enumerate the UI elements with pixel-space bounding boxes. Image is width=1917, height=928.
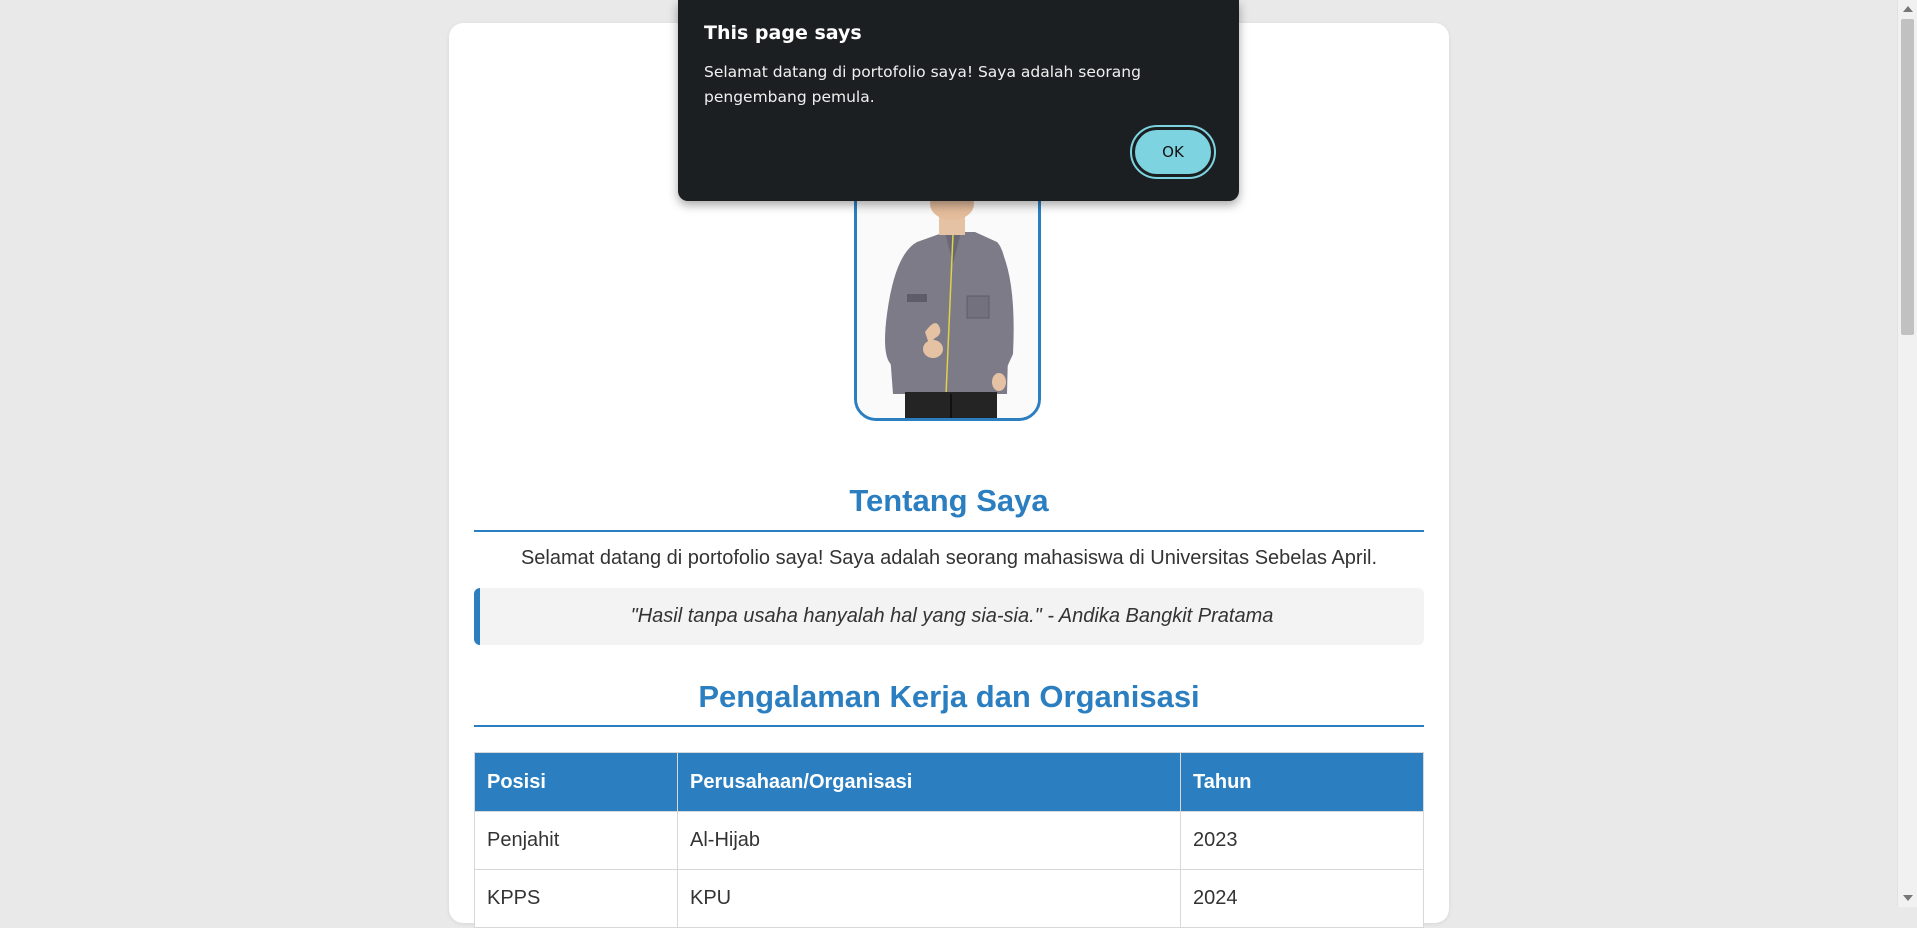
experience-title-rule <box>474 725 1424 727</box>
ok-button[interactable]: OK <box>1130 125 1216 179</box>
scroll-down-arrow-icon[interactable] <box>1903 895 1913 901</box>
about-title: Tentang Saya <box>849 483 1049 518</box>
header-posisi: Posisi <box>474 752 678 812</box>
table-cell-perusahaan: KPU <box>677 869 1181 928</box>
experience-table: Posisi Perusahaan/Organisasi Tahun Penja… <box>474 752 1424 928</box>
quote-block: "Hasil tanpa usaha hanyalah hal yang sia… <box>474 588 1424 645</box>
about-intro: Selamat datang di portofolio saya! Saya … <box>520 547 1378 569</box>
about-title-rule <box>474 530 1424 532</box>
table-row: Penjahit Al-Hijab 2023 <box>474 811 1424 870</box>
table-cell-perusahaan: Al-Hijab <box>677 811 1181 870</box>
table-cell-tahun: 2023 <box>1180 811 1424 870</box>
table-cell-tahun: 2024 <box>1180 869 1424 928</box>
page-scrollbar[interactable] <box>1897 0 1917 907</box>
experience-title: Pengalaman Kerja dan Organisasi <box>698 679 1200 714</box>
scrollbar-thumb[interactable] <box>1901 19 1914 335</box>
alert-dialog: This page says Selamat datang di portofo… <box>678 0 1239 201</box>
table-header-row: Posisi Perusahaan/Organisasi Tahun <box>474 752 1424 812</box>
table-row: KPPS KPU 2024 <box>474 869 1424 928</box>
scroll-up-arrow-icon[interactable] <box>1903 6 1913 12</box>
header-perusahaan: Perusahaan/Organisasi <box>677 752 1181 812</box>
table-cell-posisi: Penjahit <box>474 811 678 870</box>
table-cell-posisi: KPPS <box>474 869 678 928</box>
header-tahun: Tahun <box>1180 752 1424 812</box>
dialog-title: This page says <box>704 22 862 44</box>
dialog-message: Selamat datang di portofolio saya! Saya … <box>704 63 1141 106</box>
quote-text: "Hasil tanpa usaha hanyalah hal yang sia… <box>630 605 1274 627</box>
